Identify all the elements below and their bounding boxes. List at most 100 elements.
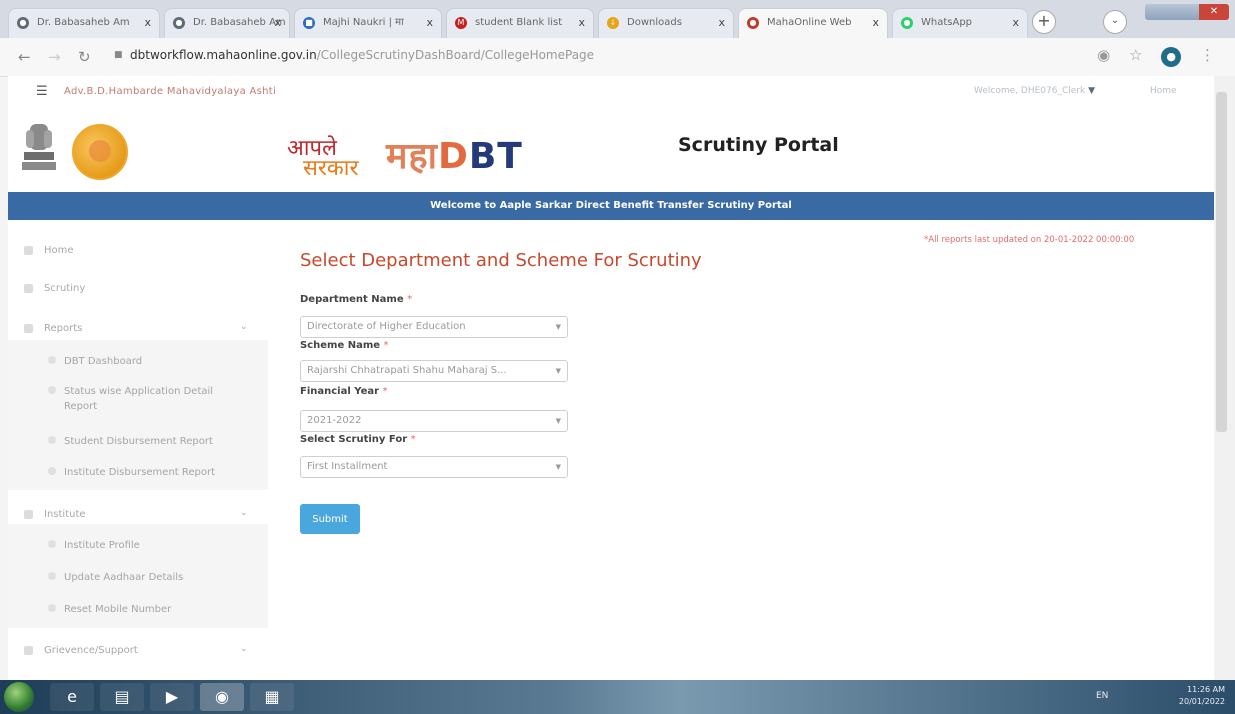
chrome-icon[interactable]: ◉ <box>200 683 244 711</box>
bullet-icon <box>48 572 56 580</box>
clock-date: 20/01/2022 <box>1178 697 1225 706</box>
sidebar-subitem-label: Student Disbursement Report <box>64 436 213 447</box>
window-controls[interactable]: ✕ <box>1145 4 1229 20</box>
tab-close-icon[interactable]: x <box>144 9 151 37</box>
hamburger-menu-icon[interactable]: ☰ <box>36 84 48 99</box>
logo-sarkar-text: सरकार <box>303 156 359 181</box>
url-host: dbtworkflow.mahaonline.gov.in <box>130 48 317 62</box>
last-updated-notice: *All reports last updated on 20-01-2022 … <box>924 235 1135 245</box>
tab-close-icon[interactable]: x <box>872 9 879 37</box>
page-top-strip: ☰ Adv.B.D.Hambarde Mahavidyalaya Ashti W… <box>8 76 1214 106</box>
tab-close-icon[interactable]: x <box>718 9 725 37</box>
required-mark: * <box>407 294 413 305</box>
language-indicator[interactable]: EN <box>1096 691 1108 701</box>
dropdown-arrow-icon: ▼ <box>555 417 561 425</box>
extension-icon[interactable]: ◉ <box>1097 46 1110 64</box>
dropdown-arrow-icon: ▼ <box>555 463 561 471</box>
tab-title: student Blank list <box>475 17 563 28</box>
sidebar-item-label: Home <box>44 245 74 256</box>
start-orb-icon[interactable] <box>4 682 34 712</box>
back-arrow-icon[interactable]: ← <box>18 48 31 66</box>
submit-button[interactable]: Submit <box>300 504 360 534</box>
tab-title: MahaOnline Web <box>767 17 852 28</box>
bullet-icon <box>48 604 56 612</box>
scheme-label: Scheme Name * <box>300 340 389 351</box>
maharashtra-seal-icon <box>72 124 128 180</box>
scheme-label-text: Scheme Name <box>300 340 381 351</box>
tab-title: Majhi Naukri | मा <box>323 17 404 28</box>
scheme-value: Rajarshi Chhatrapati Shahu Maharaj S... <box>307 365 507 376</box>
browser-tab[interactable]: ● WhatsApp x <box>892 8 1028 38</box>
required-mark: * <box>382 386 388 397</box>
aaple-sarkar-logo: आपले सरकार <box>283 132 373 181</box>
financial-year-value: 2021-2022 <box>307 415 362 426</box>
bookmark-star-icon[interactable]: ☆ <box>1129 46 1142 64</box>
department-value: Directorate of Higher Education <box>307 321 466 332</box>
financial-year-label: Financial Year * <box>300 386 388 397</box>
chevron-down-icon: ▼ <box>1088 86 1095 96</box>
tab-close-icon[interactable]: x <box>578 9 585 37</box>
browser-tab[interactable]: ■ Majhi Naukri | मा x <box>294 8 442 38</box>
bullet-icon <box>48 540 56 548</box>
tab-close-icon[interactable]: x <box>426 9 433 37</box>
logo-d-text: D <box>437 136 469 177</box>
tab-close-icon[interactable]: x <box>274 9 281 37</box>
whatsapp-icon: ● <box>901 17 913 29</box>
excel-icon[interactable]: ▦ <box>250 683 294 711</box>
user-welcome-dropdown[interactable]: Welcome, DHE076_Clerk ▼ <box>974 86 1095 96</box>
internet-explorer-icon[interactable]: e <box>50 683 94 711</box>
tab-title: WhatsApp <box>921 17 973 28</box>
sidebar-subitem-label: DBT Dashboard <box>64 356 143 367</box>
bullet-icon <box>48 356 56 364</box>
tab-title: Dr. Babasaheb Am <box>193 17 286 28</box>
media-player-icon[interactable]: ▶ <box>150 683 194 711</box>
address-bar: ← → ↻ ■ dbtworkflow.mahaonline.gov.in/Co… <box>0 38 1235 77</box>
scrutiny-for-label: Select Scrutiny For * <box>300 434 416 445</box>
sidebar: Home Scrutiny Reports ⌄ DBT Dashboard St… <box>8 220 268 680</box>
department-label: Department Name * <box>300 294 412 305</box>
mahadbt-logo: महाDBT <box>386 130 523 179</box>
chevron-down-icon: ⌄ <box>240 644 248 654</box>
profile-avatar-icon[interactable]: ● <box>1161 47 1182 67</box>
download-icon: ↓ <box>607 17 619 29</box>
national-emblem-icon <box>22 124 56 170</box>
address-bar-actions: ◉ ☆ ● ⋮ <box>1083 46 1215 67</box>
required-mark: * <box>383 340 389 351</box>
sidebar-subitem-label: Update Aadhaar Details <box>64 572 184 583</box>
scrutiny-for-select[interactable]: First Installment ▼ <box>300 456 568 478</box>
tab-close-icon[interactable]: x <box>1012 9 1019 37</box>
dropdown-arrow-icon: ▼ <box>555 367 561 375</box>
reload-icon[interactable]: ↻ <box>78 48 91 66</box>
tab-title: Downloads <box>627 17 682 28</box>
home-icon <box>24 246 33 255</box>
close-window-icon[interactable]: ✕ <box>1199 4 1229 20</box>
url-field[interactable]: dbtworkflow.mahaonline.gov.in/CollegeScr… <box>130 48 594 62</box>
browser-tab[interactable]: M student Blank list x <box>446 8 594 38</box>
briefcase-icon: ■ <box>303 17 315 29</box>
logo-bt-text: BT <box>468 136 523 177</box>
browser-tab[interactable]: ● Dr. Babasaheb Am x <box>164 8 290 38</box>
financial-year-select[interactable]: 2021-2022 ▼ <box>300 410 568 432</box>
home-link[interactable]: Home <box>1150 86 1177 96</box>
document-icon <box>24 284 33 293</box>
scrollbar-thumb[interactable] <box>1216 92 1227 432</box>
scheme-select[interactable]: Rajarshi Chhatrapati Shahu Maharaj S... … <box>300 360 568 382</box>
portal-title: Scrutiny Portal <box>678 134 839 156</box>
welcome-text: Welcome, DHE076_Clerk <box>974 86 1086 96</box>
new-tab-plus-icon[interactable]: + <box>1032 10 1056 34</box>
forward-arrow-icon[interactable]: → <box>48 48 61 66</box>
welcome-banner: Welcome to Aaple Sarkar Direct Benefit T… <box>8 192 1214 220</box>
menu-dots-icon[interactable]: ⋮ <box>1200 46 1215 64</box>
sidebar-subitem-label: Institute Disbursement Report <box>64 467 216 478</box>
chevron-down-icon[interactable]: ⌄ <box>1103 10 1127 34</box>
browser-tab[interactable]: ● Dr. Babasaheb Am x <box>8 8 160 38</box>
file-explorer-icon[interactable]: ▤ <box>100 683 144 711</box>
system-clock[interactable]: 11:26 AM 20/01/2022 <box>1179 684 1225 708</box>
department-select[interactable]: Directorate of Higher Education ▼ <box>300 316 568 338</box>
bullet-icon <box>48 467 56 475</box>
browser-tab-active[interactable]: ● MahaOnline Web x <box>738 8 888 38</box>
browser-tab[interactable]: ↓ Downloads x <box>598 8 734 38</box>
site-banner: आपले सरकार महाDBT Scrutiny Portal <box>8 106 1214 192</box>
support-icon <box>24 646 33 655</box>
mahaonline-icon: ● <box>747 17 759 29</box>
